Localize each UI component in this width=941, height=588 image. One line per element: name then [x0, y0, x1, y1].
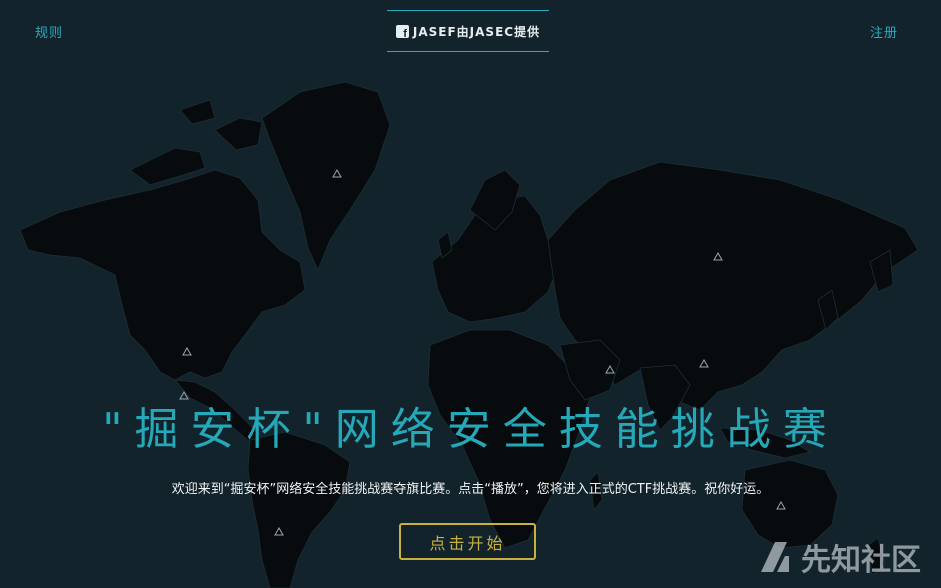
north-america-landmass: [19, 169, 306, 381]
arctic-islands: [129, 99, 263, 186]
start-button[interactable]: 点击开始: [399, 523, 536, 560]
page-title: "掘安杯"网络安全技能挑战赛: [102, 404, 839, 455]
brand-header: JASEF由JASEC提供: [387, 10, 549, 52]
rules-link[interactable]: 规则: [35, 22, 63, 41]
facebook-icon: [395, 24, 409, 40]
welcome-text: 欢迎来到“掘安杯”网络安全技能挑战赛夺旗比赛。点击“播放”，您将进入正式的CTF…: [171, 482, 770, 497]
greenland-landmass: [261, 81, 391, 272]
xianzhi-logo-icon: [761, 542, 789, 572]
register-link[interactable]: 注册: [870, 22, 898, 41]
world-map: [19, 81, 919, 588]
watermark-text: 先知社区: [801, 543, 921, 578]
watermark: 先知社区: [755, 535, 921, 579]
brand-text: JASEF由JASEC提供: [412, 24, 541, 39]
